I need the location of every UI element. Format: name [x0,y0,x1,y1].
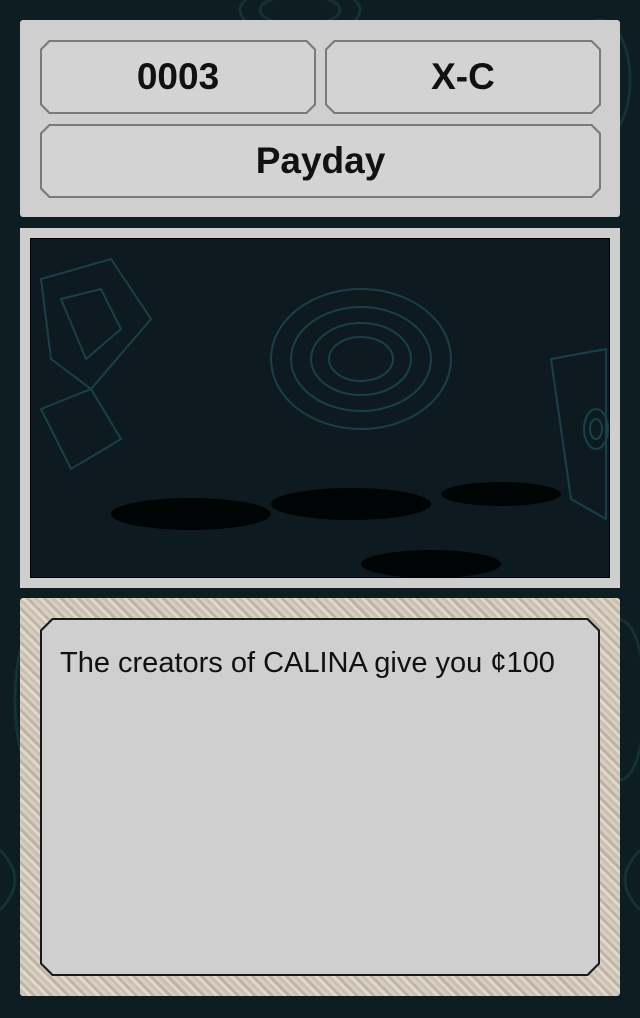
card-number: 0003 [42,42,314,112]
card-description: The creators of CALINA give you ¢100 [42,620,598,974]
card-illustration [30,238,610,578]
card-code: X-C [327,42,599,112]
description-frame: The creators of CALINA give you ¢100 [40,618,600,976]
coins-illustration [39,257,609,577]
card[interactable]: 0003 X-C Payday The creators of CALINA g… [0,0,640,1018]
image-panel [20,228,620,588]
description-panel: The creators of CALINA give you ¢100 [20,598,620,996]
card-title: Payday [42,126,599,196]
header-panel: 0003 X-C Payday [20,20,620,217]
